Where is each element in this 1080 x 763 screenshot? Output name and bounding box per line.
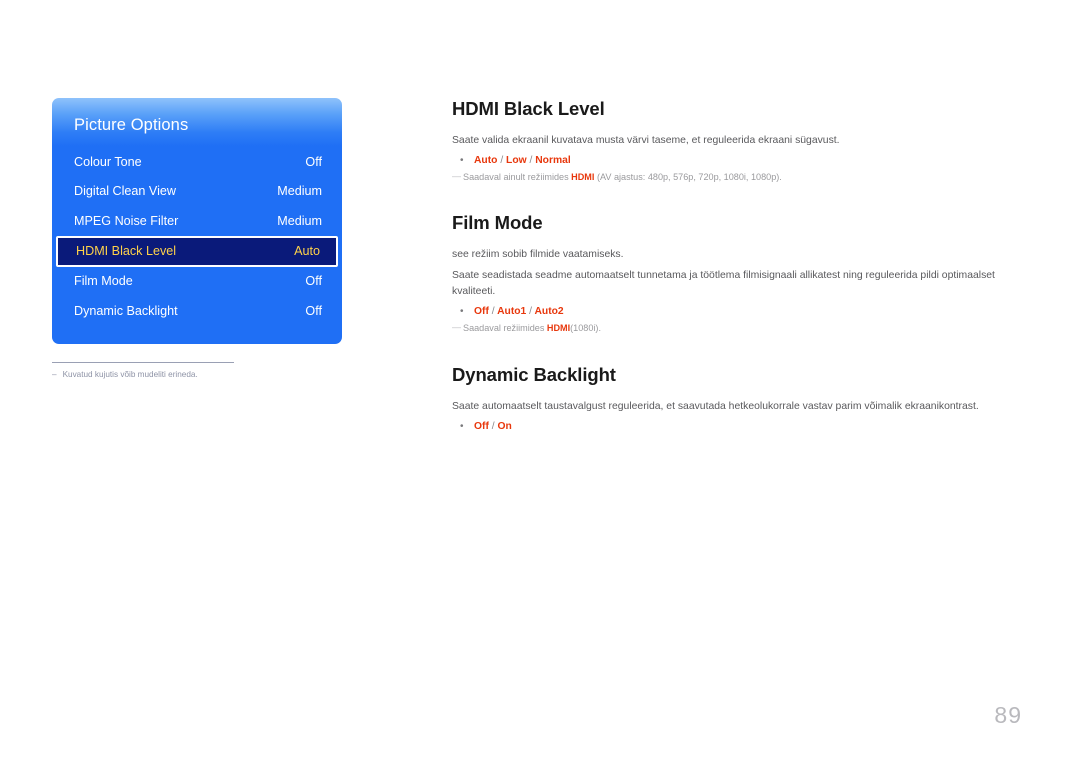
option-values-line: • Off / Auto1 / Auto2 (452, 306, 1012, 317)
section-film-mode: Film Mode see režiim sobib filmide vaatam… (452, 212, 1012, 336)
osd-menu-title: Picture Options (74, 116, 189, 134)
osd-row-label: HDMI Black Level (76, 244, 177, 258)
note-text-before: Saadaval ainult režiimides (463, 172, 572, 183)
availability-note: — Saadaval ainult režiimides HDMI (AV aja… (452, 171, 1012, 185)
option-values: Off / On (474, 420, 512, 432)
osd-row-digital-clean-view[interactable]: Digital Clean View Medium (52, 177, 342, 207)
section-heading: HDMI Black Level (452, 98, 605, 119)
option-values-line: • Auto / Low / Normal (452, 155, 1012, 166)
osd-row-value: Off (305, 303, 322, 318)
osd-row-colour-tone[interactable]: Colour Tone Off (52, 147, 342, 177)
note-highlight: HDMI (571, 172, 595, 183)
option-values-line: • Off / On (452, 421, 1012, 432)
osd-row-value: Off (305, 274, 322, 289)
section-paragraph: Saate seadistada seadme automaatselt tun… (452, 269, 995, 298)
osd-row-mpeg-noise-filter[interactable]: MPEG Noise Filter Medium (52, 206, 342, 236)
section-heading: Dynamic Backlight (452, 363, 616, 385)
osd-row-label: MPEG Noise Filter (74, 213, 179, 228)
content-column: HDMI Black Level Saate valida ekraanil ku… (452, 98, 1012, 432)
illustration-footnote: – Kuvatud kujutis võib mudeliti erineda. (52, 361, 234, 381)
osd-row-film-mode[interactable]: Film Mode Off (52, 267, 342, 297)
footnote-text: Kuvatud kujutis võib mudeliti erineda. (62, 369, 198, 379)
note-text-before: Saadaval režiimides (463, 323, 547, 334)
osd-row-label: Digital Clean View (74, 184, 176, 199)
note-text-after: (1080i). (570, 323, 601, 334)
picture-options-menu-panel: Picture Options Colour Tone Off Digital Cl… (52, 98, 342, 344)
option-values: Auto / Low / Normal (474, 155, 571, 167)
section-dynamic-backlight: Dynamic Backlight Saate automaatselt taus… (452, 364, 1012, 432)
note-text: Saadaval ainult režiimides HDMI (AV ajas… (463, 171, 782, 185)
section-paragraph: see režiim sobib filmide vaatamiseks. (452, 248, 624, 260)
osd-row-hdmi-black-level[interactable]: HDMI Black Level Auto (56, 235, 338, 267)
section-paragraph: Saate valida ekraanil kuvatava musta vär… (452, 135, 840, 146)
section-paragraph: Saate automaatselt taustavalgust regulee… (452, 400, 979, 412)
osd-row-value: Off (305, 154, 322, 169)
note-dash-icon: — (452, 171, 461, 182)
osd-row-value: Medium (277, 184, 322, 199)
bullet-icon: • (460, 306, 464, 318)
osd-row-label: Dynamic Backlight (74, 303, 178, 318)
osd-row-value: Medium (277, 213, 322, 228)
footnote-divider (52, 361, 234, 363)
osd-row-dynamic-backlight[interactable]: Dynamic Backlight Off (52, 296, 342, 326)
section-heading: Film Mode (452, 211, 543, 233)
section-hdmi-black-level: HDMI Black Level Saate valida ekraanil ku… (452, 98, 1012, 185)
page-number: 89 (994, 702, 1022, 728)
note-text-after: (AV ajastus: 480p, 576p, 720p, 1080i, 10… (594, 172, 782, 183)
note-highlight: HDMI (546, 323, 571, 334)
option-values: Off / Auto1 / Auto2 (474, 306, 564, 318)
availability-note: — Saadaval režiimides HDMI(1080i). (452, 322, 1012, 336)
bullet-icon: • (460, 420, 464, 432)
osd-illustration-column: Picture Options Colour Tone Off Digital Cl… (52, 98, 342, 380)
osd-menu-list: Colour Tone Off Digital Clean View Medium MP… (52, 147, 342, 326)
osd-row-label: Colour Tone (74, 154, 142, 169)
osd-row-value: Auto (294, 244, 320, 258)
bullet-icon: • (460, 155, 464, 167)
note-dash-icon: — (452, 322, 461, 333)
footnote-dash: – (52, 369, 57, 379)
osd-row-label: Film Mode (74, 274, 133, 289)
note-text: Saadaval režiimides HDMI(1080i). (463, 322, 601, 336)
